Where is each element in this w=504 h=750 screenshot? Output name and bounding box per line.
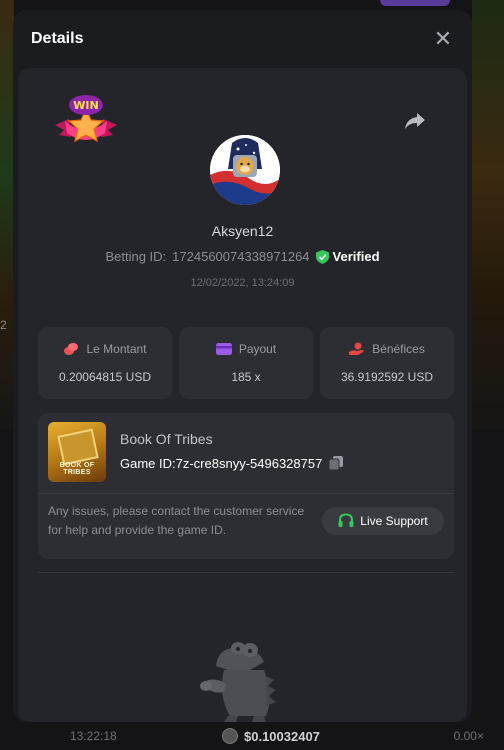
stat-payout: Payout 185 x xyxy=(179,327,313,399)
betting-id-value: 1724560074338971264 xyxy=(172,249,310,264)
crocodile-mascot-icon xyxy=(200,642,276,722)
live-support-button[interactable]: Live Support xyxy=(322,507,444,535)
modal-title: Details xyxy=(31,30,84,47)
game-id-row: Game ID:7z-cre8snyy-5496328757 xyxy=(120,455,344,471)
game-id-text: Game ID:7z-cre8snyy-5496328757 xyxy=(120,456,322,471)
live-support-label: Live Support xyxy=(360,514,428,528)
copy-icon[interactable] xyxy=(328,455,344,471)
wallet-icon xyxy=(215,343,232,355)
background-bet-time: 13:22:18 xyxy=(70,729,117,743)
book-icon xyxy=(57,428,99,466)
bet-stats: Le Montant 0.20064815 USD Payout 185 x B… xyxy=(38,327,454,399)
details-modal: Details ✕ WIN Aksyen12 Betting ID: 17245… xyxy=(13,10,472,722)
background-bet-row: 13:22:18 $0.10032407 0.00× xyxy=(0,722,504,750)
coin-icon xyxy=(222,728,238,744)
background-game-art-right xyxy=(472,0,504,430)
stat-amount-label: Le Montant xyxy=(86,342,147,356)
game-id-label: Game ID: xyxy=(120,455,176,471)
win-badge-text: WIN xyxy=(73,99,98,112)
bet-details-card: WIN Aksyen12 Betting ID: 172456007433897… xyxy=(18,68,467,722)
bet-date: 12/02/2022, 13:24:09 xyxy=(190,277,295,289)
stat-payout-label: Payout xyxy=(238,342,277,356)
background-bet-amount-value: $0.10032407 xyxy=(244,728,320,744)
game-thumbnail[interactable]: BOOK OF TRIBES xyxy=(48,422,106,482)
headset-icon xyxy=(338,513,354,527)
stat-profit: Bénéfices 36.9192592 USD xyxy=(320,327,454,399)
modal-header: Details ✕ xyxy=(13,10,472,68)
background-bet-multiplier: 0.00× xyxy=(453,729,484,743)
betting-id-label: Betting ID: xyxy=(105,249,167,264)
verified-badge: Verified xyxy=(315,249,380,264)
game-info-box: BOOK OF TRIBES Book Of Tribes Game ID:7z… xyxy=(38,413,454,559)
share-icon[interactable] xyxy=(403,108,427,132)
betting-id-row: Betting ID: 1724560074338971264 Verified xyxy=(18,249,467,264)
username: Aksyen12 xyxy=(211,223,274,239)
stat-profit-label: Bénéfices xyxy=(372,342,425,356)
verified-label: Verified xyxy=(332,249,380,264)
avatar xyxy=(210,135,280,205)
stat-profit-value: 36.9192592 USD xyxy=(340,370,434,384)
stat-payout-head: Payout xyxy=(215,342,277,356)
game-name: Book Of Tribes xyxy=(120,431,213,447)
game-box-divider xyxy=(38,493,454,494)
game-id-value: 7z-cre8snyy-5496328757 xyxy=(175,455,323,471)
background-top-pill xyxy=(380,0,450,6)
background-game-art-left xyxy=(0,0,14,430)
stat-amount: Le Montant 0.20064815 USD xyxy=(38,327,172,399)
stat-payout-value: 185 x xyxy=(231,370,261,384)
background-text-fragment: 2 xyxy=(0,318,7,332)
close-icon[interactable]: ✕ xyxy=(432,26,454,51)
background-bet-amount: $0.10032407 xyxy=(222,728,320,744)
stat-amount-head: Le Montant xyxy=(63,342,147,356)
shield-check-icon xyxy=(315,249,329,264)
stat-profit-head: Bénéfices xyxy=(349,342,425,356)
stat-amount-value: 0.20064815 USD xyxy=(58,370,152,384)
game-thumbnail-label: BOOK OF TRIBES xyxy=(59,462,95,476)
support-notice: Any issues, please contact the customer … xyxy=(48,504,305,537)
win-badge-icon: WIN xyxy=(55,95,117,143)
hand-coin-icon xyxy=(349,342,364,355)
coins-icon xyxy=(64,343,79,355)
card-divider xyxy=(38,572,454,573)
